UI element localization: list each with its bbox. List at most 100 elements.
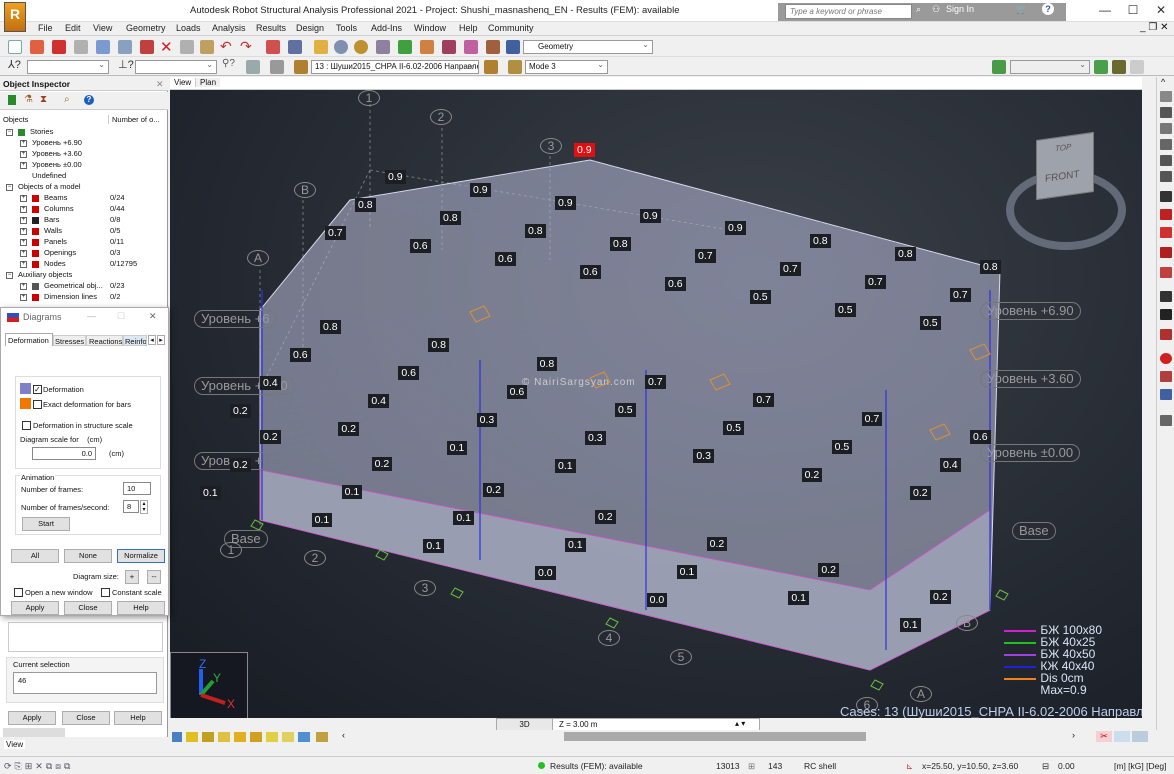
column-objects[interactable]: Objects (3, 115, 28, 124)
paste-icon[interactable] (200, 40, 214, 54)
node-numbers-icon[interactable] (172, 732, 182, 742)
story-down-icon[interactable] (1130, 60, 1144, 74)
sign-in-button[interactable]: Sign In (946, 4, 974, 14)
fps-spinner[interactable]: ▴ ▾ (140, 500, 148, 514)
slab-tool-icon[interactable] (1160, 139, 1172, 150)
calculator-icon[interactable] (266, 40, 280, 54)
menu-results[interactable]: Results (256, 23, 286, 33)
new-file-icon[interactable] (8, 40, 22, 54)
toolbar-scroll-right[interactable]: › (1072, 730, 1075, 740)
normalize-button[interactable]: Normalize (117, 549, 165, 563)
supports-display-icon[interactable] (218, 732, 230, 742)
structure-scale-checkbox[interactable] (22, 421, 31, 430)
tree-item[interactable]: + Уровень +6.90 (0, 138, 168, 149)
menu-analysis[interactable]: Analysis (212, 23, 246, 33)
expand-toggle[interactable]: + (20, 206, 27, 213)
tree-item[interactable]: + Dimension lines 0/2 (0, 292, 168, 303)
preview-icon[interactable] (118, 40, 132, 54)
binoculars-icon[interactable]: ⌕ (916, 4, 921, 15)
section-names-icon[interactable] (202, 732, 214, 742)
screen-capture-icon[interactable] (140, 40, 154, 54)
results-map-icon[interactable] (442, 40, 456, 54)
diagrams-help-button[interactable]: Help (117, 601, 165, 615)
stories-icon[interactable] (992, 60, 1006, 74)
exact-deformation-checkbox[interactable] (33, 400, 42, 409)
mode-selector[interactable]: Mode 3 (525, 60, 608, 74)
diagrams-close-button-bottom[interactable]: Close (64, 601, 112, 615)
tree-item[interactable]: − Stories (0, 127, 168, 138)
save-icon[interactable] (52, 40, 66, 54)
expand-toggle[interactable]: − (6, 272, 13, 279)
cart-icon[interactable]: 🛒 (1016, 4, 1027, 15)
filter-icon[interactable]: ⚗ (24, 94, 33, 105)
diagrams-apply-button[interactable]: Apply (11, 601, 59, 615)
load-symbol-icon[interactable] (398, 40, 412, 54)
release-tool-icon[interactable] (1160, 227, 1172, 238)
menu-tools[interactable]: Tools (336, 23, 357, 33)
view-tools-strip[interactable]: ⟳⎘⊞✕⧉⧈⧉ (4, 761, 73, 772)
diagram-size-minus-button[interactable]: -- (147, 570, 161, 584)
all-button[interactable]: All (11, 549, 59, 563)
load-tool-icon[interactable] (1160, 291, 1172, 302)
inspector-apply-button[interactable]: Apply (8, 711, 56, 725)
properties-icon[interactable] (376, 40, 390, 54)
filter-icon[interactable]: ⚲? (222, 58, 235, 69)
print-preview-icon[interactable] (96, 40, 110, 54)
expand-toggle[interactable]: + (20, 261, 27, 268)
refresh-display-icon[interactable] (316, 732, 328, 742)
loads-display-icon[interactable] (282, 732, 294, 742)
bar-numbers-icon[interactable] (186, 732, 198, 742)
link-view-icon[interactable] (1114, 731, 1130, 742)
material-tool-icon[interactable] (1160, 247, 1172, 258)
help-icon[interactable]: ? (1042, 3, 1054, 15)
units-display[interactable]: [m] [kG] [Deg] (1114, 761, 1166, 771)
tree-item[interactable]: − Objects of a model (0, 182, 168, 193)
deformation-checkbox[interactable]: ✓ (33, 385, 42, 394)
search-icon[interactable]: ⌕ (64, 94, 70, 105)
reinforcement-icon[interactable] (1160, 353, 1172, 364)
layout-icon[interactable] (506, 40, 520, 54)
tab-plan[interactable]: Plan (196, 78, 221, 87)
story-query-icon[interactable] (1112, 60, 1126, 74)
view-tab-bottom[interactable]: View (4, 740, 26, 749)
close-window-button[interactable]: ✕ (1152, 3, 1170, 17)
object-tool-icon[interactable] (1160, 415, 1172, 426)
sections-display-icon[interactable] (234, 732, 246, 742)
menu-file[interactable]: File (38, 23, 53, 33)
view-cube-top[interactable]: TOP (1055, 142, 1071, 153)
column-number[interactable]: Number of o... (108, 115, 160, 124)
tab-reinforcement[interactable]: Reinfo (123, 335, 147, 346)
minimize-button[interactable]: — (1096, 3, 1114, 17)
menu-community[interactable]: Community (488, 23, 534, 33)
help-search-input[interactable]: Type a keyword or phrase (785, 4, 912, 19)
wall-tool-icon[interactable] (1160, 155, 1172, 166)
mesh-tool-icon[interactable] (1160, 309, 1172, 320)
tree-item[interactable]: + Bars 0/8 (0, 215, 168, 226)
frame-tool-icon[interactable] (1160, 371, 1172, 382)
none-button[interactable]: None (64, 549, 112, 563)
stories-icon[interactable] (8, 95, 16, 105)
expand-toggle[interactable]: − (6, 129, 13, 136)
frames-input[interactable]: 10 (123, 482, 151, 495)
tab-stresses[interactable]: Stresses (53, 335, 86, 346)
start-button[interactable]: Start (22, 517, 70, 531)
user-icon[interactable]: ⚇ (932, 4, 940, 15)
display-icon[interactable] (270, 60, 284, 74)
eye-view-icon[interactable] (1132, 731, 1148, 742)
member-type-icon[interactable] (1160, 329, 1172, 340)
menu-design[interactable]: Design (296, 23, 324, 33)
tree-item[interactable]: + Columns 0/44 (0, 204, 168, 215)
load-case-icon[interactable] (294, 60, 308, 74)
print-icon[interactable] (74, 40, 88, 54)
tab-view[interactable]: View (170, 78, 197, 87)
tree-item[interactable]: − Auxiliary objects (0, 270, 168, 281)
hourglass-icon[interactable]: ⧗ (40, 94, 47, 105)
delete-icon[interactable]: ✕ (160, 38, 173, 56)
menu-view[interactable]: View (93, 23, 112, 33)
zoom-icon[interactable] (334, 40, 348, 54)
exact-deformation-color-swatch[interactable] (20, 398, 31, 409)
tree-item[interactable]: + Walls 0/5 (0, 226, 168, 237)
panel-tool-icon[interactable] (1160, 171, 1172, 182)
inspector-close-button[interactable]: Close (62, 711, 110, 725)
story-selector[interactable] (1010, 60, 1090, 74)
